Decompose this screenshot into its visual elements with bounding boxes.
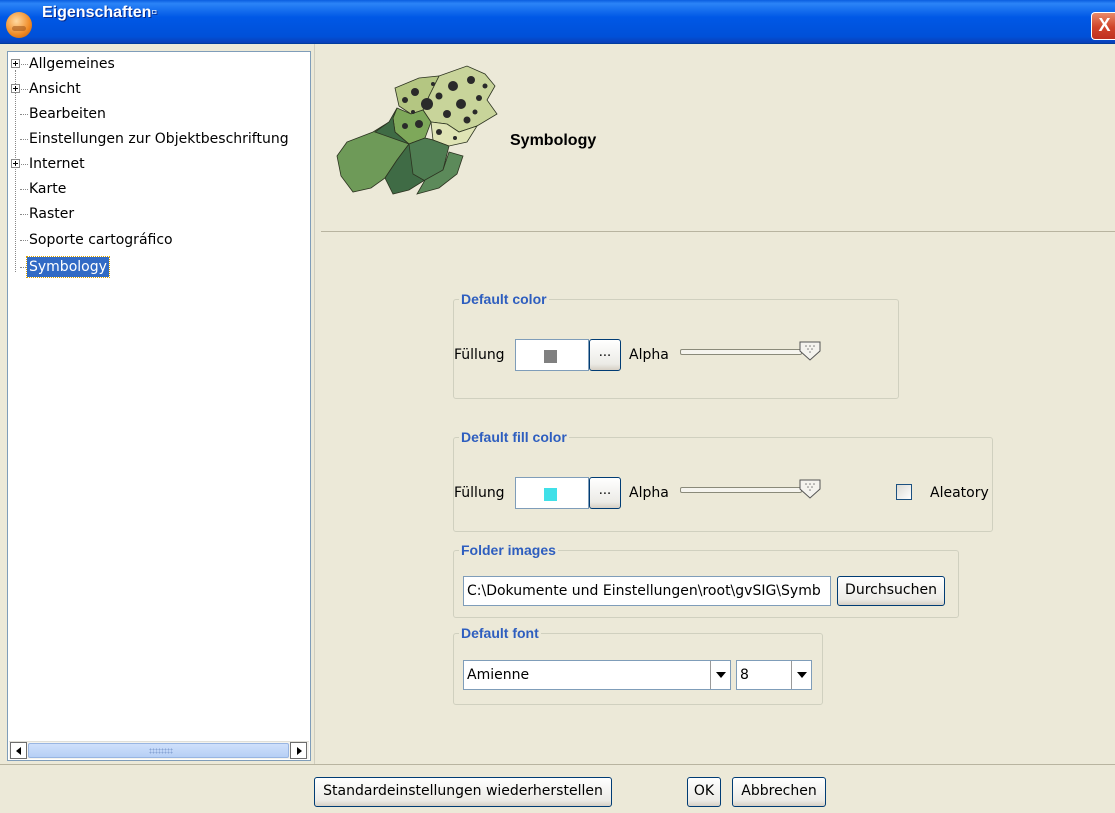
folder-path-input[interactable]: C:\Dokumente und Einstellungen\root\gvSI… xyxy=(463,576,831,606)
default-color-group: Default color Füllung ... Alpha xyxy=(453,290,899,399)
fill-color-field[interactable] xyxy=(515,339,589,371)
aleatory-label: Aleatory xyxy=(930,485,989,501)
aleatory-checkbox[interactable] xyxy=(896,484,912,500)
fill-label: Füllung xyxy=(454,347,505,363)
title-bar[interactable]: Eigenschaften▫ X xyxy=(0,0,1115,44)
tree-item-soporte-cartografico[interactable]: Soporte cartográfico xyxy=(8,229,308,251)
default-font-group: Default font Amienne 8 xyxy=(453,624,823,705)
group-title: Default font xyxy=(459,624,541,642)
alpha-label: Alpha xyxy=(629,347,669,363)
font-name-select[interactable]: Amienne xyxy=(463,660,731,690)
close-button[interactable]: X xyxy=(1091,12,1115,40)
tree-item-ansicht[interactable]: Ansicht xyxy=(8,78,308,100)
alpha-slider-thumb[interactable] xyxy=(799,341,821,361)
ok-button[interactable]: OK xyxy=(687,777,721,807)
dialog-button-bar: Standardeinstellungen wiederherstellen O… xyxy=(0,764,1115,813)
font-size-value: 8 xyxy=(740,667,749,683)
expand-icon[interactable] xyxy=(11,84,20,93)
page-header: Symbology xyxy=(321,44,1115,232)
page-title: Symbology xyxy=(510,132,597,149)
fill-color-swatch xyxy=(544,488,557,501)
tree-item-raster[interactable]: Raster xyxy=(8,203,308,225)
preferences-tree[interactable]: Allgemeines Ansicht Bearbeiten Einstellu… xyxy=(7,51,311,761)
font-size-select[interactable]: 8 xyxy=(736,660,812,690)
group-title: Default fill color xyxy=(459,428,569,446)
tree-item-allgemeines[interactable]: Allgemeines xyxy=(8,53,308,75)
expand-icon[interactable] xyxy=(11,159,20,168)
panel-splitter[interactable] xyxy=(314,44,321,764)
alpha-label: Alpha xyxy=(629,485,669,501)
alpha-slider-thumb[interactable] xyxy=(799,479,821,499)
chevron-down-icon[interactable] xyxy=(710,661,730,689)
cancel-button[interactable]: Abbrechen xyxy=(732,777,826,807)
tree-item-symbology[interactable]: Symbology xyxy=(8,256,308,278)
restore-defaults-button[interactable]: Standardeinstellungen wiederherstellen xyxy=(314,777,612,807)
alpha-slider[interactable] xyxy=(680,487,802,493)
tree-horizontal-scrollbar[interactable] xyxy=(9,741,309,759)
gvsig-app-icon xyxy=(6,12,32,38)
window-title: Eigenschaften▫ xyxy=(42,4,158,21)
tree-item-bearbeiten[interactable]: Bearbeiten xyxy=(8,103,308,125)
tree-item-objektbeschriftung[interactable]: Einstellungen zur Objektbeschriftung xyxy=(8,128,308,150)
scroll-left-arrow-icon[interactable] xyxy=(10,742,27,759)
scrollbar-grip-icon xyxy=(149,748,173,754)
folder-images-group: Folder images C:\Dokumente und Einstellu… xyxy=(453,541,959,618)
expand-icon[interactable] xyxy=(11,59,20,68)
group-title: Folder images xyxy=(459,541,558,559)
chevron-down-icon[interactable] xyxy=(791,661,811,689)
default-fill-color-group: Default fill color Füllung ... Alpha Ale… xyxy=(453,428,993,532)
symbology-map-icon xyxy=(336,65,498,195)
fill-label: Füllung xyxy=(454,485,505,501)
tree-item-karte[interactable]: Karte xyxy=(8,178,308,200)
scrollbar-thumb[interactable] xyxy=(28,743,289,758)
tree-item-internet[interactable]: Internet xyxy=(8,153,308,175)
browse-button[interactable]: Durchsuchen xyxy=(837,576,945,606)
font-name-value: Amienne xyxy=(467,667,530,683)
group-title: Default color xyxy=(459,290,549,308)
alpha-slider[interactable] xyxy=(680,349,802,355)
choose-fill-color-button[interactable]: ... xyxy=(589,477,621,509)
scroll-right-arrow-icon[interactable] xyxy=(290,742,307,759)
fill-color-field[interactable] xyxy=(515,477,589,509)
fill-color-swatch xyxy=(544,350,557,363)
choose-color-button[interactable]: ... xyxy=(589,339,621,371)
